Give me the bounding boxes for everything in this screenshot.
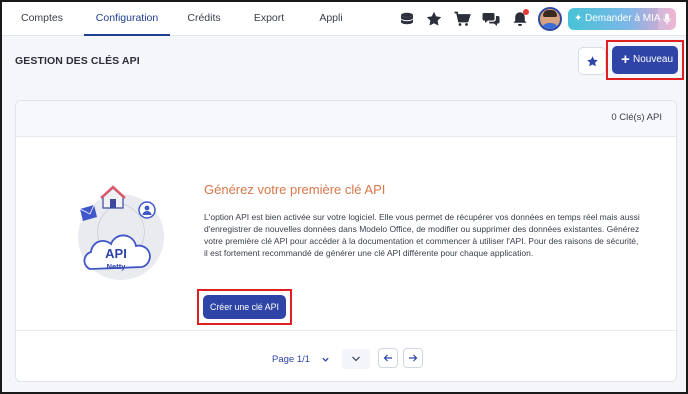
star-icon — [587, 56, 598, 67]
create-api-key-button[interactable]: Créer une clé API — [203, 295, 286, 319]
arrow-right-icon — [409, 354, 418, 362]
plus-icon: + — [621, 51, 630, 68]
api-key-count: 0 Clé(s) API — [611, 112, 662, 123]
notification-badge — [523, 9, 529, 15]
coins-icon[interactable] — [398, 10, 416, 28]
new-button-label: Nouveau — [633, 54, 674, 65]
svg-text:API: API — [105, 246, 127, 261]
avatar[interactable] — [538, 7, 562, 31]
tab-credits[interactable]: Crédits — [183, 2, 225, 36]
ask-mia-label: Demander à MIA — [585, 13, 661, 24]
top-navigation: Comptes Configuration Crédits Export App… — [2, 2, 686, 36]
previous-page-button[interactable] — [378, 348, 398, 368]
app-window: Comptes Configuration Crédits Export App… — [0, 0, 688, 394]
api-keys-card: 0 Clé(s) API API Netty Générez votre pre… — [15, 100, 677, 382]
empty-state-description: L'option API est bien activée sur votre … — [204, 212, 640, 258]
api-illustration: API Netty — [78, 185, 164, 280]
star-icon[interactable] — [425, 10, 443, 28]
chevron-down-icon — [352, 356, 360, 362]
page-indicator[interactable]: Page 1/1 — [272, 350, 310, 370]
next-page-button[interactable] — [403, 348, 423, 368]
chat-icon[interactable] — [482, 10, 500, 28]
tab-comptes[interactable]: Comptes — [14, 2, 70, 36]
divider — [16, 330, 676, 331]
new-button[interactable]: + Nouveau — [612, 46, 678, 74]
favorite-button[interactable] — [578, 47, 606, 75]
card-header: 0 Clé(s) API — [16, 101, 676, 137]
arrow-left-icon — [383, 354, 392, 362]
tab-export[interactable]: Export — [249, 2, 289, 36]
tab-configuration[interactable]: Configuration — [84, 2, 170, 36]
sparkle-icon: ✦ — [574, 13, 583, 24]
tab-appli[interactable]: Appli — [316, 2, 346, 36]
ask-mia-button[interactable]: ✦ Demander à MIA — [568, 8, 676, 30]
page-title: GESTION DES CLÉS API — [15, 55, 140, 67]
empty-state-title: Générez votre première clé API — [204, 182, 386, 197]
cart-icon[interactable] — [453, 10, 471, 28]
svg-text:Netty: Netty — [107, 262, 127, 271]
microphone-icon[interactable] — [658, 8, 676, 30]
chevron-down-icon[interactable] — [321, 355, 330, 364]
page-size-select[interactable] — [342, 349, 370, 369]
